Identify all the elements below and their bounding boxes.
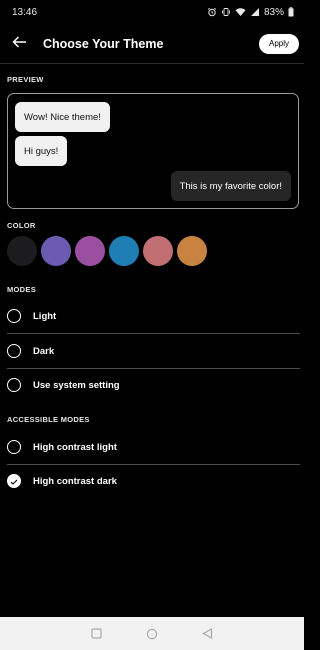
status-bar: 13:46 83% (0, 0, 304, 24)
color-swatch-rose[interactable] (143, 236, 173, 266)
status-time: 13:46 (12, 6, 38, 18)
option-label: High contrast dark (33, 475, 117, 487)
app-header: Choose Your Theme Apply (0, 24, 304, 64)
preview-message-incoming: Hi guys! (15, 136, 68, 166)
radio-button[interactable] (7, 440, 21, 454)
preview-message-incoming: Wow! Nice theme! (15, 102, 110, 132)
color-swatch-blue[interactable] (109, 236, 139, 266)
check-icon (10, 472, 18, 490)
home-icon[interactable] (146, 628, 158, 640)
page-title: Choose Your Theme (43, 36, 164, 51)
battery-percent: 83% (263, 6, 284, 18)
alarm-icon (207, 7, 217, 17)
mode-option-high-contrast-dark[interactable]: High contrast dark (7, 464, 300, 498)
option-label: Dark (33, 345, 55, 357)
arrow-back-icon (11, 35, 27, 53)
modes-section-label: MODES (7, 285, 37, 294)
radio-button[interactable] (7, 309, 21, 323)
color-swatch-dark[interactable] (7, 236, 37, 266)
back-button[interactable] (4, 29, 34, 59)
color-swatch-purple[interactable] (41, 236, 71, 266)
radio-button-selected[interactable] (7, 474, 21, 488)
system-nav-bar (0, 617, 304, 650)
color-swatch-orange[interactable] (177, 236, 207, 266)
recents-icon[interactable] (91, 628, 102, 639)
color-swatch-magenta[interactable] (75, 236, 105, 266)
accessible-modes-section-label: ACCESSIBLE MODES (7, 415, 90, 424)
preview-box: Wow! Nice theme! Hi guys! This is my fav… (7, 93, 299, 209)
mode-option-system[interactable]: Use system setting (7, 368, 300, 402)
preview-section-label: PREVIEW (7, 75, 44, 84)
color-section-label: COLOR (7, 221, 36, 230)
battery-icon (288, 7, 294, 17)
status-icons: 83% (207, 7, 294, 18)
mode-option-light[interactable]: Light (7, 299, 300, 333)
vibrate-icon (221, 7, 231, 17)
preview-message-outgoing: This is my favorite color! (170, 171, 291, 201)
back-triangle-icon[interactable] (202, 628, 213, 639)
signal-icon (250, 7, 260, 17)
mode-option-dark[interactable]: Dark (7, 334, 300, 368)
radio-button[interactable] (7, 378, 21, 392)
wifi-icon (235, 7, 246, 17)
option-label: Use system setting (33, 379, 120, 391)
option-label: Light (33, 310, 57, 322)
option-label: High contrast light (33, 441, 117, 453)
mode-option-high-contrast-light[interactable]: High contrast light (7, 430, 300, 464)
apply-button[interactable]: Apply (259, 33, 299, 54)
radio-button[interactable] (7, 344, 21, 358)
